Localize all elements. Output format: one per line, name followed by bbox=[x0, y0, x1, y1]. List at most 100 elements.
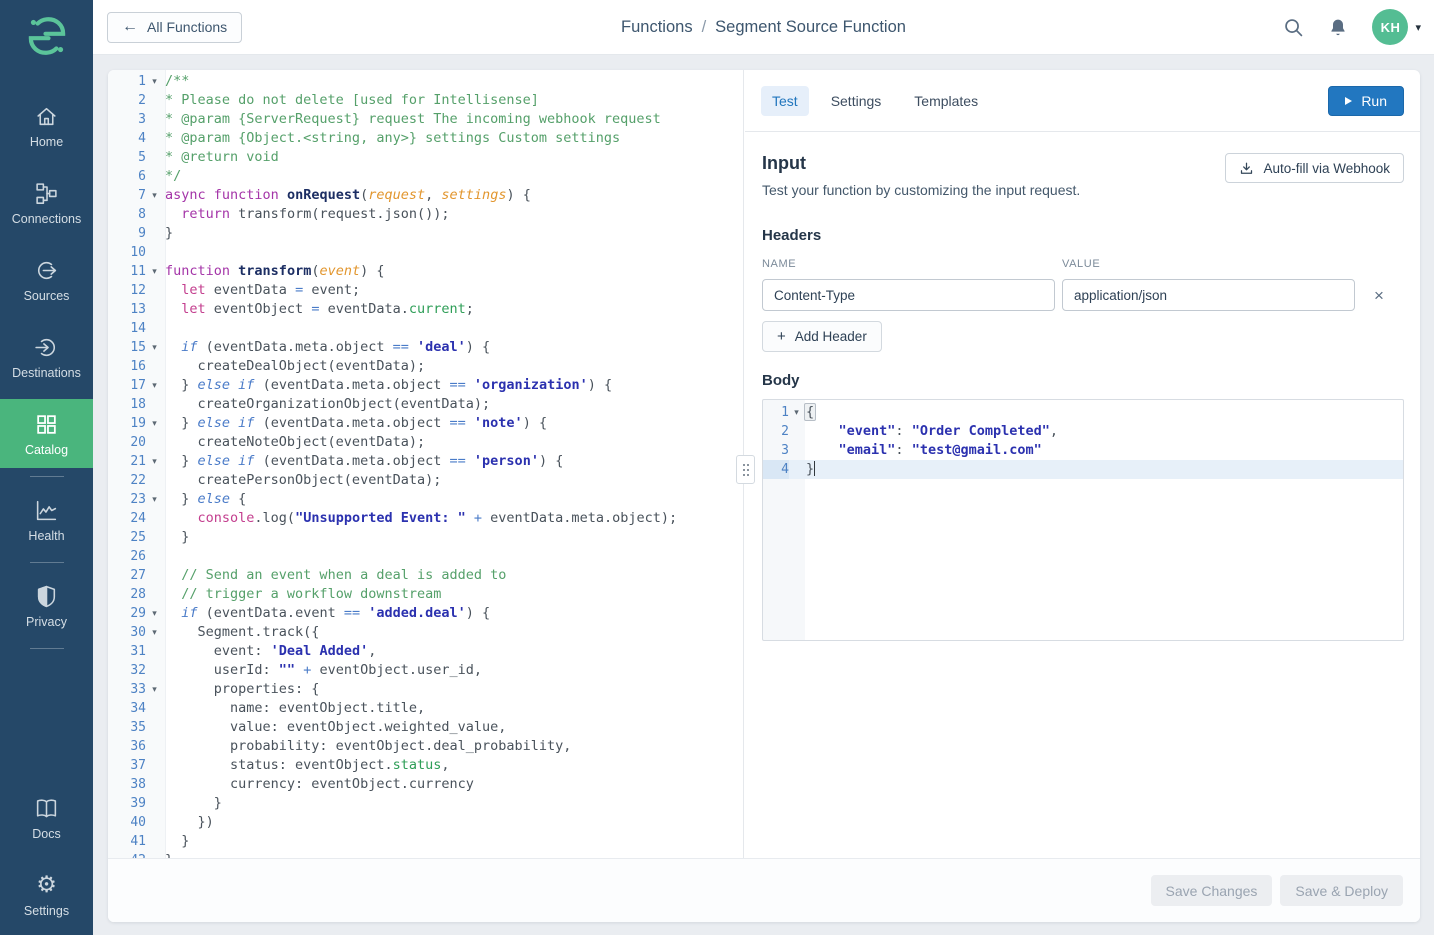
run-button[interactable]: Run bbox=[1328, 86, 1404, 116]
code-line[interactable]: 2 "event": "Order Completed", bbox=[763, 422, 1403, 441]
code-line[interactable]: 12 let eventData = event; bbox=[108, 281, 743, 300]
code-line[interactable]: 4* @param {Object.<string, any>} setting… bbox=[108, 129, 743, 148]
code-line[interactable]: 2* Please do not delete [used for Intell… bbox=[108, 91, 743, 110]
tab-settings[interactable]: Settings bbox=[820, 86, 893, 116]
save-changes-button[interactable]: Save Changes bbox=[1151, 875, 1273, 906]
code-line[interactable]: 40 }) bbox=[108, 813, 743, 832]
avatar[interactable]: KH bbox=[1372, 9, 1408, 45]
code-line[interactable]: 26 bbox=[108, 547, 743, 566]
remove-header-icon[interactable]: × bbox=[1372, 285, 1386, 306]
code-text: createNoteObject(eventData); bbox=[163, 433, 425, 452]
code-line[interactable]: 20 createNoteObject(eventData); bbox=[108, 433, 743, 452]
fold-caret-icon[interactable]: ▾ bbox=[146, 414, 163, 433]
code-line[interactable]: 6*/ bbox=[108, 167, 743, 186]
code-line[interactable]: 31 event: 'Deal Added', bbox=[108, 642, 743, 661]
all-functions-back-button[interactable]: ← All Functions bbox=[107, 12, 242, 43]
sidebar-item-home[interactable]: Home bbox=[0, 91, 93, 160]
header-value-input[interactable] bbox=[1062, 279, 1355, 311]
code-line[interactable]: 36 probability: eventObject.deal_probabi… bbox=[108, 737, 743, 756]
line-number: 41 bbox=[108, 832, 146, 851]
fold-caret-icon[interactable]: ▾ bbox=[146, 262, 163, 281]
code-line[interactable]: 30▾ Segment.track({ bbox=[108, 623, 743, 642]
tab-templates[interactable]: Templates bbox=[903, 86, 989, 116]
line-number: 4 bbox=[108, 129, 146, 148]
code-line[interactable]: 32 userId: "" + eventObject.user_id, bbox=[108, 661, 743, 680]
code-line[interactable]: 37 status: eventObject.status, bbox=[108, 756, 743, 775]
sidebar-item-privacy[interactable]: Privacy bbox=[0, 571, 93, 640]
code-line[interactable]: 34 name: eventObject.title, bbox=[108, 699, 743, 718]
line-number: 22 bbox=[108, 471, 146, 490]
fold-caret-icon[interactable]: ▾ bbox=[146, 338, 163, 357]
code-line[interactable]: 25 } bbox=[108, 528, 743, 547]
segment-logo[interactable] bbox=[23, 13, 71, 59]
tab-test[interactable]: Test bbox=[761, 86, 809, 116]
fold-caret-icon[interactable]: ▾ bbox=[146, 680, 163, 699]
search-icon[interactable] bbox=[1283, 17, 1304, 38]
body-json-editor[interactable]: 1▾{2 "event": "Order Completed",3 "email… bbox=[762, 399, 1404, 641]
fold-caret-icon[interactable]: ▾ bbox=[146, 490, 163, 509]
fold-caret-icon[interactable]: ▾ bbox=[146, 604, 163, 623]
code-line[interactable]: 27 // Send an event when a deal is added… bbox=[108, 566, 743, 585]
breadcrumb-section[interactable]: Functions bbox=[621, 18, 693, 37]
code-text: } else if (eventData.meta.object == 'org… bbox=[163, 376, 612, 395]
code-line[interactable]: 11▾function transform(event) { bbox=[108, 262, 743, 281]
code-line[interactable]: 1▾/** bbox=[108, 72, 743, 91]
code-line[interactable]: 17▾ } else if (eventData.meta.object == … bbox=[108, 376, 743, 395]
code-line[interactable]: 18 createOrganizationObject(eventData); bbox=[108, 395, 743, 414]
sidebar-item-label: Home bbox=[30, 135, 63, 149]
code-line[interactable]: 39 } bbox=[108, 794, 743, 813]
pane-resize-handle[interactable] bbox=[736, 455, 755, 484]
code-line[interactable]: 14 bbox=[108, 319, 743, 338]
fold-caret-icon[interactable]: ▾ bbox=[146, 376, 163, 395]
code-line[interactable]: 10 bbox=[108, 243, 743, 262]
code-line[interactable]: 4} bbox=[763, 460, 1403, 479]
sidebar-item-health[interactable]: Health bbox=[0, 485, 93, 554]
code-editor[interactable]: 1▾/**2* Please do not delete [used for I… bbox=[108, 70, 744, 858]
code-line[interactable]: 13 let eventObject = eventData.current; bbox=[108, 300, 743, 319]
connections-icon bbox=[34, 180, 60, 206]
code-line[interactable]: 24 console.log("Unsupported Event: " + e… bbox=[108, 509, 743, 528]
code-line[interactable]: 41 } bbox=[108, 832, 743, 851]
line-number: 25 bbox=[108, 528, 146, 547]
header-row: × bbox=[762, 279, 1404, 311]
code-line[interactable]: 7▾async function onRequest(request, sett… bbox=[108, 186, 743, 205]
code-line[interactable]: 28 // trigger a workflow downstream bbox=[108, 585, 743, 604]
code-text: console.log("Unsupported Event: " + even… bbox=[163, 509, 677, 528]
code-text: return transform(request.json()); bbox=[163, 205, 450, 224]
fold-caret-icon[interactable]: ▾ bbox=[146, 72, 163, 91]
notifications-bell-icon[interactable] bbox=[1328, 17, 1348, 38]
code-line[interactable]: 35 value: eventObject.weighted_value, bbox=[108, 718, 743, 737]
add-header-button[interactable]: + Add Header bbox=[762, 321, 882, 352]
sidebar-item-connections[interactable]: Connections bbox=[0, 168, 93, 237]
code-line[interactable]: 1▾{ bbox=[763, 403, 1403, 422]
code-line[interactable]: 9} bbox=[108, 224, 743, 243]
fold-caret-icon[interactable]: ▾ bbox=[146, 186, 163, 205]
code-line[interactable]: 3* @param {ServerRequest} request The in… bbox=[108, 110, 743, 129]
code-line[interactable]: 16 createDealObject(eventData); bbox=[108, 357, 743, 376]
fold-caret-icon[interactable]: ▾ bbox=[146, 452, 163, 471]
code-line[interactable]: 42} bbox=[108, 851, 743, 858]
sidebar-item-sources[interactable]: Sources bbox=[0, 245, 93, 314]
destinations-icon bbox=[34, 334, 60, 360]
sidebar-item-catalog[interactable]: Catalog bbox=[0, 399, 93, 468]
sidebar-item-settings[interactable]: ⚙Settings bbox=[0, 860, 93, 929]
code-line[interactable]: 22 createPersonObject(eventData); bbox=[108, 471, 743, 490]
code-line[interactable]: 21▾ } else if (eventData.meta.object == … bbox=[108, 452, 743, 471]
code-line[interactable]: 3 "email": "test@gmail.com" bbox=[763, 441, 1403, 460]
code-line[interactable]: 15▾ if (eventData.meta.object == 'deal')… bbox=[108, 338, 743, 357]
code-line[interactable]: 19▾ } else if (eventData.meta.object == … bbox=[108, 414, 743, 433]
code-line[interactable]: 38 currency: eventObject.currency bbox=[108, 775, 743, 794]
code-line[interactable]: 8 return transform(request.json()); bbox=[108, 205, 743, 224]
header-name-input[interactable] bbox=[762, 279, 1055, 311]
user-menu[interactable]: KH ▾ bbox=[1372, 9, 1421, 45]
sidebar-item-docs[interactable]: Docs bbox=[0, 783, 93, 852]
autofill-webhook-button[interactable]: Auto-fill via Webhook bbox=[1225, 153, 1404, 183]
code-line[interactable]: 33▾ properties: { bbox=[108, 680, 743, 699]
save-deploy-button[interactable]: Save & Deploy bbox=[1280, 875, 1403, 906]
sidebar-item-destinations[interactable]: Destinations bbox=[0, 322, 93, 391]
fold-caret-icon[interactable]: ▾ bbox=[789, 403, 804, 422]
fold-caret-icon[interactable]: ▾ bbox=[146, 623, 163, 642]
code-line[interactable]: 23▾ } else { bbox=[108, 490, 743, 509]
code-line[interactable]: 5* @return void bbox=[108, 148, 743, 167]
code-line[interactable]: 29▾ if (eventData.event == 'added.deal')… bbox=[108, 604, 743, 623]
